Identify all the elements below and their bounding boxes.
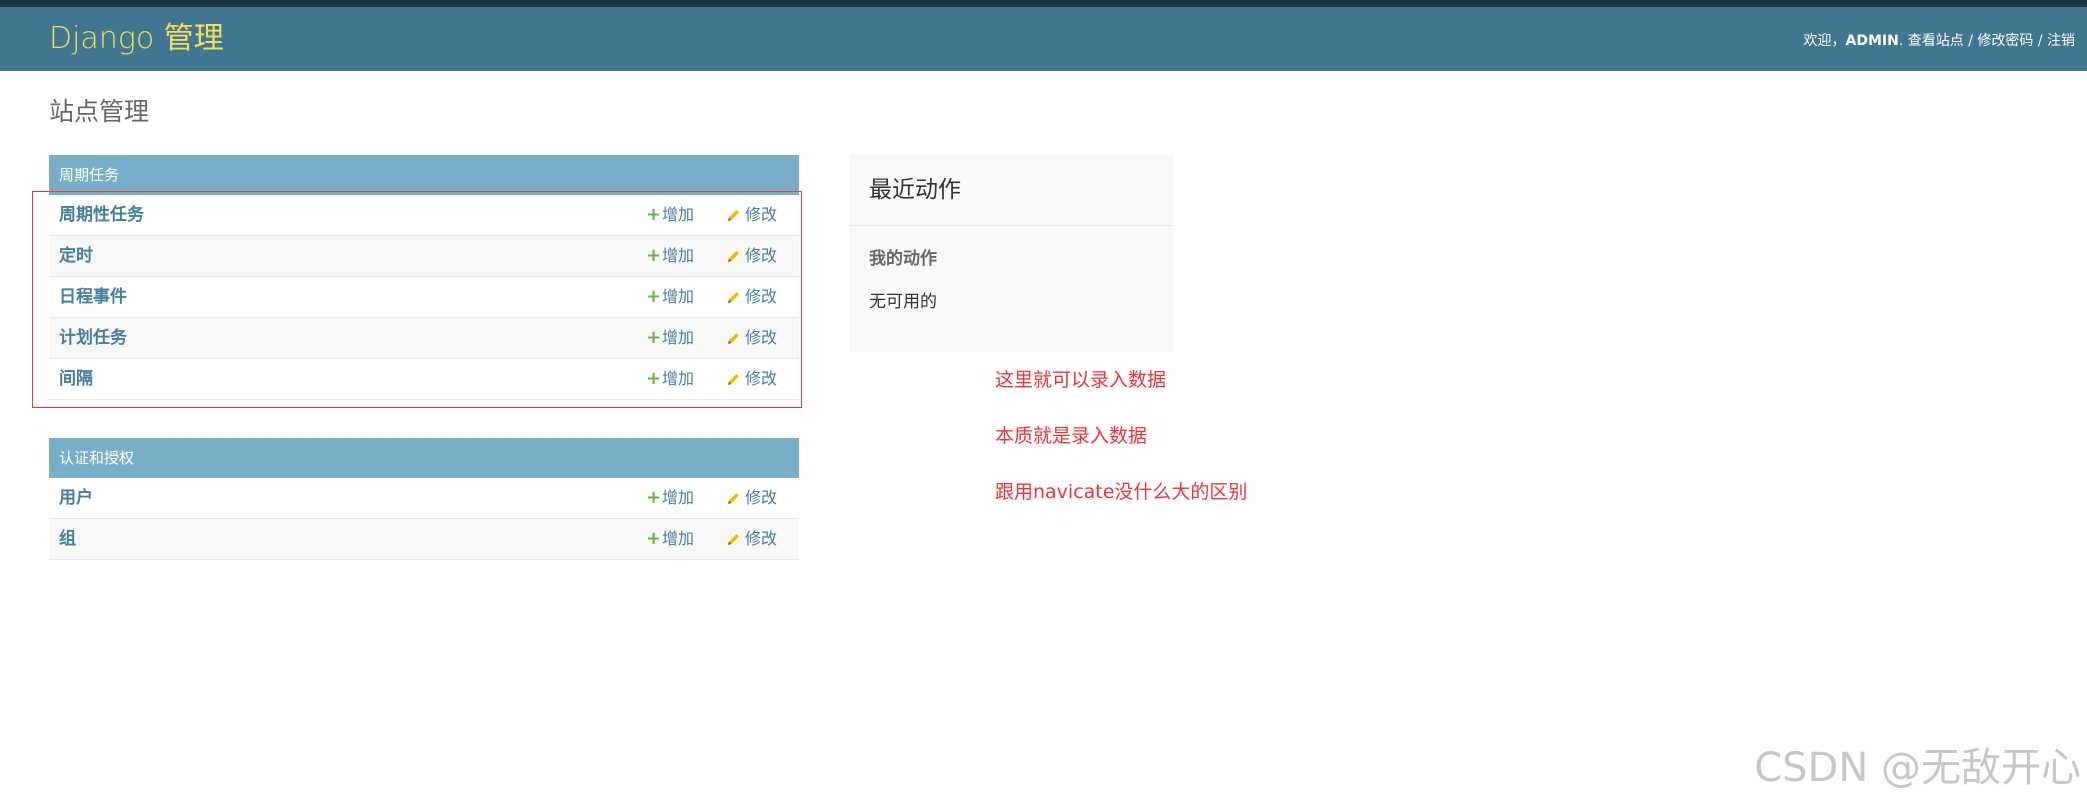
annotation-text: 跟用navicate没什么大的区别 <box>995 481 1248 503</box>
pencil-icon <box>728 493 739 504</box>
model-link[interactable]: 用户 <box>59 478 93 518</box>
add-link[interactable]: + 增加 <box>646 519 694 559</box>
divider <box>849 225 1173 226</box>
module-auth: 认证和授权 用户 + 增加 修改 组 + 增加 修改 <box>49 438 799 560</box>
module-caption[interactable]: 周期任务 <box>49 155 799 195</box>
recent-actions-title: 最近动作 <box>869 177 961 203</box>
top-strip <box>0 0 2087 7</box>
page-title: 站点管理 <box>49 97 150 126</box>
pencil-icon <box>728 534 739 545</box>
table-row: 组 + 增加 修改 <box>49 519 799 560</box>
site-brand[interactable]: Django 管理 <box>49 21 224 57</box>
table-row: 用户 + 增加 修改 <box>49 478 799 519</box>
recent-actions-panel: 最近动作 我的动作 无可用的 <box>849 155 1173 352</box>
username-suffix: . <box>1898 33 1904 49</box>
logout-link[interactable]: 注销 <box>2047 33 2075 49</box>
change-label: 修改 <box>745 529 778 548</box>
my-actions-heading: 我的动作 <box>869 249 937 269</box>
annotation-text: 这里就可以录入数据 <box>995 369 1167 391</box>
model-link[interactable]: 组 <box>59 519 76 559</box>
plus-icon: + <box>646 487 662 508</box>
change-link[interactable]: 修改 <box>727 519 777 559</box>
username: ADMIN <box>1845 33 1899 49</box>
user-tools: 欢迎，ADMIN. 查看站点 / 修改密码 / 注销 <box>1804 32 2075 50</box>
change-link[interactable]: 修改 <box>727 478 777 518</box>
add-label: 增加 <box>662 488 695 507</box>
add-label: 增加 <box>662 529 695 548</box>
change-label: 修改 <box>745 488 778 507</box>
annotation-text: 本质就是录入数据 <box>995 425 1148 447</box>
no-actions-text: 无可用的 <box>869 292 937 312</box>
plus-icon: + <box>646 528 662 549</box>
welcome-text: 欢迎， <box>1803 33 1846 49</box>
watermark: CSDN @无敌开心 <box>1754 745 2081 791</box>
header: Django 管理 欢迎，ADMIN. 查看站点 / 修改密码 / 注销 <box>0 7 2087 71</box>
separator: / <box>1963 33 1978 49</box>
highlight-box <box>32 191 802 408</box>
view-site-link[interactable]: 查看站点 <box>1908 33 1964 49</box>
change-password-link[interactable]: 修改密码 <box>1977 33 2033 49</box>
separator: / <box>2033 33 2047 49</box>
add-link[interactable]: + 增加 <box>646 478 694 518</box>
module-caption[interactable]: 认证和授权 <box>49 438 799 478</box>
